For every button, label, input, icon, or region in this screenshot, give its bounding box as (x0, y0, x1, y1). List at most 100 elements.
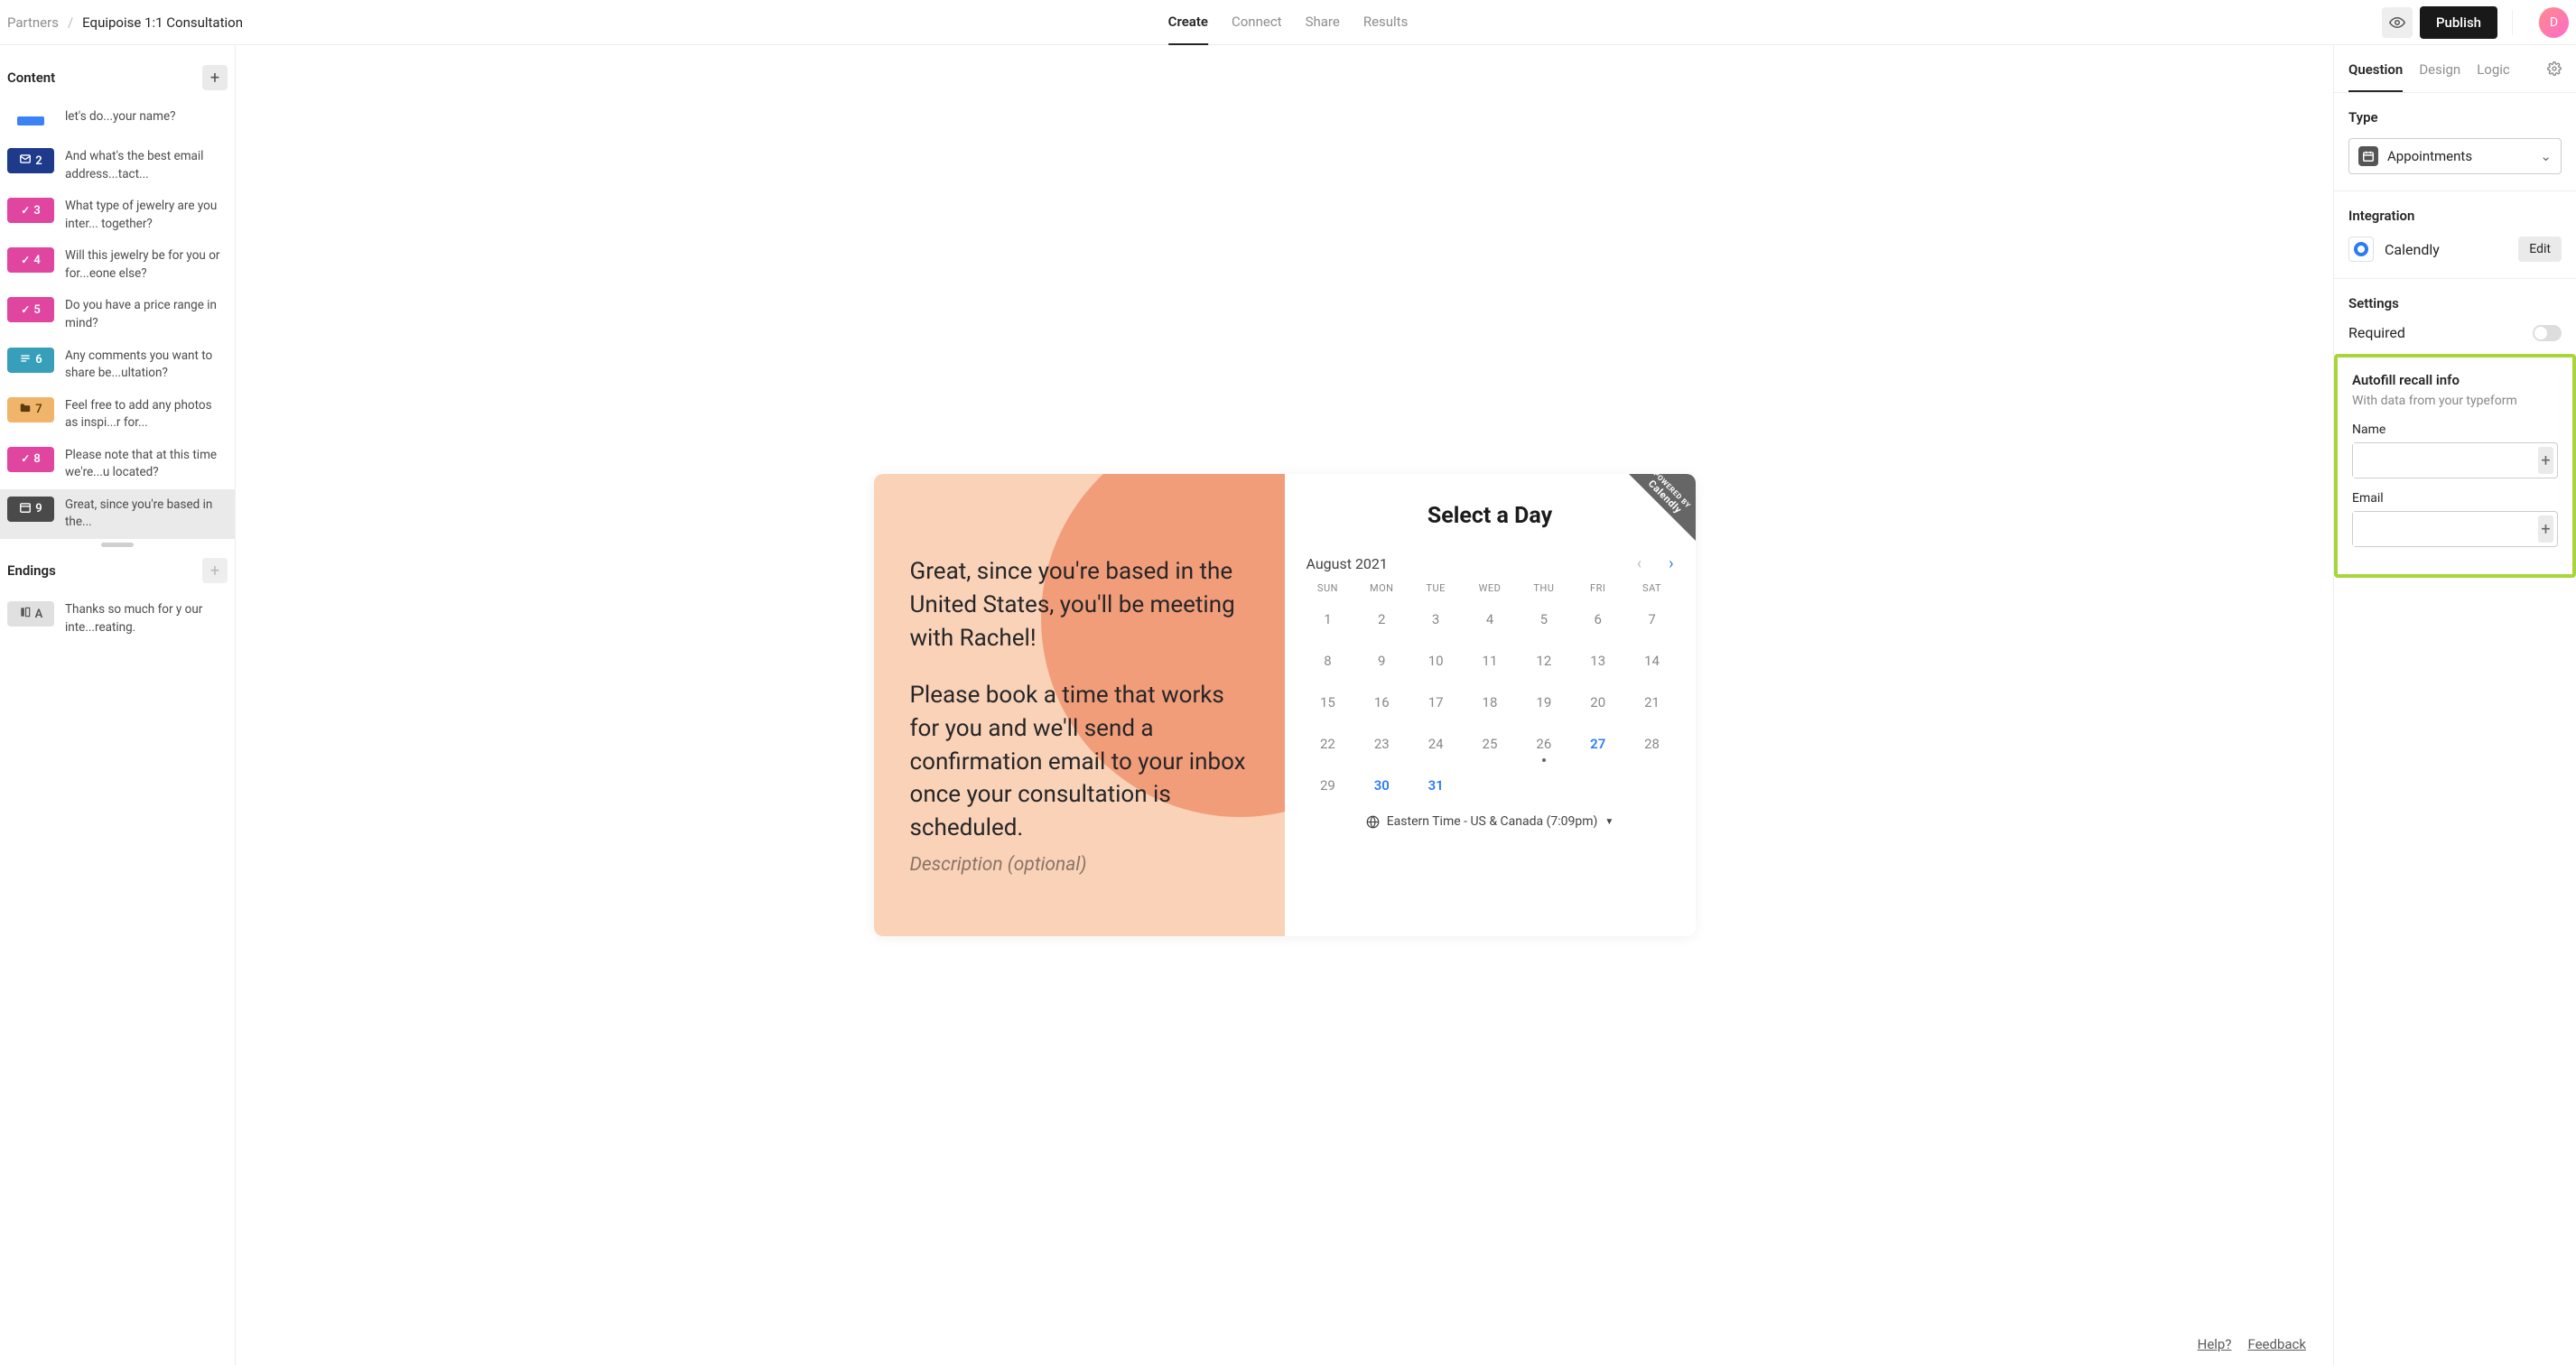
calendar-day (1625, 769, 1679, 802)
question-item-text: Please note that at this time we're...u … (65, 447, 228, 482)
calendar-next-button[interactable]: › (1669, 554, 1673, 573)
autofill-email-add-button[interactable]: + (2538, 515, 2553, 543)
globe-icon (1366, 815, 1380, 829)
panel-settings-button[interactable] (2547, 61, 2562, 92)
ending-item[interactable]: AThanks so much for y our inte...reating… (0, 594, 235, 644)
question-badge: 9 (7, 497, 54, 522)
calendar-day: 28 (1625, 728, 1679, 760)
breadcrumb-current[interactable]: Equipoise 1:1 Consultation (82, 14, 243, 31)
question-badge: 2 (7, 148, 54, 173)
calendar-day: 11 (1463, 645, 1517, 677)
calendar-day: 24 (1409, 728, 1463, 760)
type-select[interactable]: Appointments ⌄ (2348, 138, 2562, 174)
calendar-day: 2 (1354, 603, 1409, 636)
calendar-day: 1 (1301, 603, 1355, 636)
question-item[interactable]: 9Great, since you're based in the... (0, 489, 235, 539)
publish-button[interactable]: Publish (2420, 6, 2497, 39)
question-badge (7, 108, 54, 134)
question-item[interactable]: 7Feel free to add any photos as inspi...… (0, 390, 235, 440)
calendar-prev-button[interactable]: ‹ (1637, 554, 1641, 573)
app-header: Partners / Equipoise 1:1 Consultation Cr… (0, 0, 2576, 45)
footer-links: Help? Feedback (2198, 1336, 2306, 1352)
settings-section: Settings Required (2334, 279, 2576, 358)
type-section: Type Appointments ⌄ (2334, 93, 2576, 191)
timezone-selector[interactable]: Eastern Time - US & Canada (7:09pm) ▼ (1301, 814, 1679, 829)
question-description[interactable]: Description (optional) (910, 854, 1260, 876)
type-label: Type (2348, 109, 2562, 125)
tab-create[interactable]: Create (1168, 0, 1208, 45)
question-item-text: What type of jewelry are you inter... to… (65, 198, 228, 233)
calendar-day[interactable]: 30 (1354, 769, 1409, 802)
required-label: Required (2348, 324, 2405, 341)
settings-label: Settings (2348, 295, 2562, 311)
question-item[interactable]: 4Will this jewelry be for you or for...e… (0, 240, 235, 290)
autofill-email-input[interactable] (2353, 512, 2534, 546)
calendar-day: 12 (1517, 645, 1571, 677)
calendar-day: 22 (1301, 728, 1355, 760)
canvas-area: 9→ Great, since you're based in the Unit… (236, 45, 2333, 1365)
calendar-day: 29 (1301, 769, 1355, 802)
question-item-text: Any comments you want to share be...ulta… (65, 348, 228, 383)
add-content-button[interactable]: + (202, 65, 228, 90)
question-item[interactable]: let's do...your name? (0, 101, 235, 141)
calendar-day: 15 (1301, 686, 1355, 719)
calendar-day: 14 (1625, 645, 1679, 677)
calendar-title: Select a Day (1301, 503, 1679, 529)
question-preview: 9→ Great, since you're based in the Unit… (874, 474, 1696, 936)
integration-row: Calendly Edit (2348, 237, 2562, 262)
integration-edit-button[interactable]: Edit (2518, 237, 2562, 262)
breadcrumb-root[interactable]: Partners (7, 14, 59, 31)
calendar-day: 16 (1354, 686, 1409, 719)
add-ending-button[interactable]: + (202, 558, 228, 583)
calendly-icon (2348, 237, 2374, 262)
calendar-day: 23 (1354, 728, 1409, 760)
question-text[interactable]: Great, since you're based in the United … (910, 555, 1260, 845)
calendar-dow: TUE (1409, 582, 1463, 594)
feedback-link[interactable]: Feedback (2247, 1336, 2306, 1352)
calendar-day[interactable]: 31 (1409, 769, 1463, 802)
required-toggle[interactable] (2533, 325, 2562, 341)
question-item[interactable]: 6 Any comments you want to share be...ult… (0, 340, 235, 390)
autofill-name-add-button[interactable]: + (2538, 447, 2553, 474)
question-list: let's do...your name?2And what's the bes… (0, 101, 235, 539)
question-item-text: Feel free to add any photos as inspi...r… (65, 397, 228, 432)
panel-tab-logic[interactable]: Logic (2477, 61, 2510, 92)
resize-handle[interactable] (101, 543, 134, 547)
calendar-day[interactable]: 27 (1571, 728, 1625, 760)
calendar-day (1463, 769, 1517, 802)
integration-section: Integration Calendly Edit (2334, 191, 2576, 279)
question-item[interactable]: 2And what's the best email address...tac… (0, 141, 235, 190)
required-row: Required (2348, 324, 2562, 341)
calendar-day: 5 (1517, 603, 1571, 636)
panel-tab-question[interactable]: Question (2348, 61, 2403, 92)
question-badge: 6 (7, 348, 54, 373)
calendar-dow: MON (1354, 582, 1409, 594)
autofill-name-input[interactable] (2353, 443, 2534, 478)
question-item[interactable]: 5Do you have a price range in mind? (0, 290, 235, 339)
chevron-down-icon: ⌄ (2540, 148, 2552, 164)
header-right: Publish D (2382, 6, 2569, 39)
autofill-name-input-wrap: + (2352, 442, 2558, 478)
calendar-day: 25 (1463, 728, 1517, 760)
divider (2512, 10, 2513, 35)
preview-button[interactable] (2382, 7, 2413, 38)
autofill-email-label: Email (2352, 491, 2558, 506)
user-avatar[interactable]: D (2538, 7, 2569, 38)
tab-connect[interactable]: Connect (1232, 0, 1282, 45)
tab-share[interactable]: Share (1306, 0, 1340, 45)
content-heading-row: Content + (0, 58, 235, 101)
autofill-name-label: Name (2352, 422, 2558, 437)
calendar-day: 4 (1463, 603, 1517, 636)
question-badge: 8 (7, 447, 54, 472)
calendar-day: 9 (1354, 645, 1409, 677)
question-item[interactable]: 3What type of jewelry are you inter... t… (0, 190, 235, 240)
calendar-month: August 2021 (1307, 555, 1388, 572)
calendar-dow: FRI (1571, 582, 1625, 594)
question-badge: A (7, 601, 54, 627)
help-link[interactable]: Help? (2198, 1336, 2232, 1352)
panel-tab-design[interactable]: Design (2419, 61, 2460, 92)
calendar-panel: POWERED BYCalendly Select a Day August 2… (1285, 474, 1696, 936)
calendar-day: 3 (1409, 603, 1463, 636)
question-item[interactable]: 8 Please note that at this time we're...u… (0, 440, 235, 489)
tab-results[interactable]: Results (1363, 0, 1409, 45)
